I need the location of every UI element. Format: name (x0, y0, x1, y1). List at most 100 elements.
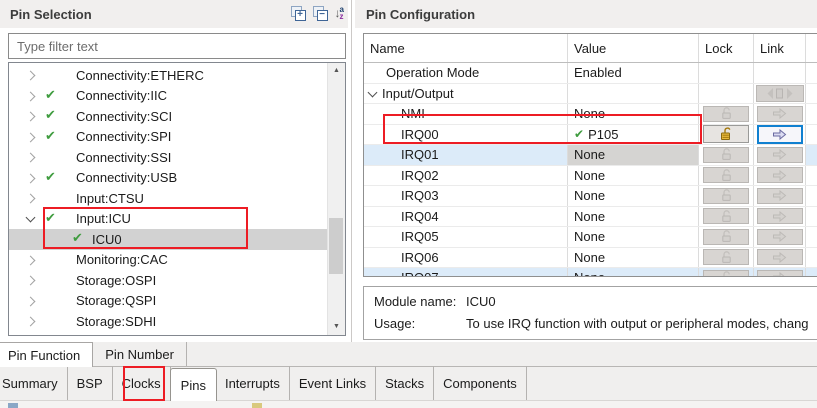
chevron-collapsed-icon[interactable] (26, 91, 36, 101)
link-cell (754, 207, 806, 227)
editor-tab-stacks[interactable]: Stacks (376, 366, 434, 400)
lock-cell (699, 63, 754, 83)
module-info-box: Module name: ICU0 Usage: To use IRQ func… (363, 286, 817, 340)
link-cell (754, 125, 806, 145)
tree-item-connectivity-iic[interactable]: ✔Connectivity:IIC (9, 86, 328, 107)
value-cell[interactable]: None (568, 248, 699, 268)
value-cell[interactable]: None (568, 207, 699, 227)
lock-cell (699, 166, 754, 186)
tree-item-connectivity-ssi[interactable]: Connectivity:SSI (9, 147, 328, 168)
tree-item-label: Storage:QSPI (76, 293, 156, 308)
chevron-collapsed-icon[interactable] (26, 132, 36, 142)
pin-group-nav-button[interactable] (756, 85, 804, 102)
editor-tab-interrupts[interactable]: Interrupts (216, 366, 290, 400)
config-row-irq05[interactable]: IRQ05None (364, 227, 817, 248)
config-row-irq07[interactable]: IRQ07None (364, 268, 817, 277)
chevron-collapsed-icon[interactable] (26, 153, 36, 163)
link-arrow-button-focused[interactable] (757, 125, 803, 144)
editor-tab-summary[interactable]: Summary (0, 366, 68, 400)
check-icon: ✔ (45, 87, 56, 103)
tree-item-input-ctsu[interactable]: Input:CTSU (9, 188, 328, 209)
chevron-collapsed-icon[interactable] (26, 296, 36, 306)
tree-item-system-bus[interactable]: System:BUS (9, 332, 328, 337)
editor-tab-components[interactable]: Components (434, 366, 527, 400)
config-name-label: IRQ03 (401, 188, 439, 203)
value-cell[interactable]: None (568, 227, 699, 247)
config-row-irq06[interactable]: IRQ06 None (364, 248, 817, 269)
scrollbar-thumb[interactable] (329, 218, 343, 274)
link-arrow-button-disabled (757, 106, 803, 122)
lock-button-disabled (703, 249, 749, 265)
editor-tab-pins[interactable]: Pins (170, 368, 217, 401)
chevron-collapsed-icon[interactable] (26, 71, 36, 81)
editor-tab-bsp[interactable]: BSP (68, 366, 113, 400)
pin-configuration-title: Pin Configuration (366, 7, 475, 22)
check-icon: ✔ (45, 169, 56, 185)
unlock-icon-button[interactable] (703, 125, 749, 143)
name-cell: Operation Mode (364, 63, 568, 83)
tree-item-label: System:BUS (76, 334, 150, 336)
lock-cell (699, 207, 754, 227)
value-cell[interactable]: None (568, 268, 699, 277)
lock-button-disabled (703, 270, 749, 277)
chevron-collapsed-icon[interactable] (26, 255, 36, 265)
config-row-input-output[interactable]: Input/Output (364, 84, 817, 105)
link-arrow-button-disabled (757, 229, 803, 245)
panel-divider[interactable] (351, 0, 352, 342)
collapse-all-icon[interactable]: − (313, 6, 328, 21)
value-cell[interactable]: None (568, 186, 699, 206)
tree-item-monitoring-cac[interactable]: Monitoring:CAC (9, 250, 328, 271)
value-cell[interactable]: None (568, 145, 699, 165)
config-row-irq01[interactable]: IRQ01 None (364, 145, 817, 166)
config-row-operation-mode[interactable]: Operation Mode Enabled (364, 63, 817, 84)
chevron-expanded-icon[interactable] (368, 87, 378, 97)
config-name-label: IRQ06 (401, 250, 439, 265)
usage-label: Usage: (374, 316, 466, 331)
config-value: None (574, 270, 605, 277)
config-name-label: IRQ01 (401, 147, 439, 162)
chevron-collapsed-icon[interactable] (26, 173, 36, 183)
link-cell (754, 104, 806, 124)
config-row-irq03[interactable]: IRQ03 None (364, 186, 817, 207)
tree-filter-input[interactable] (8, 33, 346, 59)
config-row-irq04[interactable]: IRQ04None (364, 207, 817, 228)
value-cell[interactable] (568, 84, 699, 104)
sort-az-icon[interactable]: ↓az (335, 5, 344, 21)
scroll-down-icon[interactable]: ▼ (328, 319, 345, 335)
lock-cell (699, 248, 754, 268)
editor-tab-event-links[interactable]: Event Links (290, 366, 376, 400)
annotation-red-box-pins-tab (123, 366, 165, 401)
pin-selection-tree: Connectivity:ETHERC✔Connectivity:IIC✔Con… (8, 62, 346, 336)
chevron-collapsed-icon[interactable] (26, 194, 36, 204)
scroll-up-icon[interactable]: ▲ (328, 63, 345, 79)
partial-toolbar-icon (8, 403, 18, 408)
chevron-collapsed-icon[interactable] (26, 276, 36, 286)
chevron-expanded-icon[interactable] (26, 212, 36, 222)
view-tab-pin-number[interactable]: Pin Number (93, 342, 187, 366)
tree-item-storage-ospi[interactable]: Storage:OSPI (9, 270, 328, 291)
config-row-irq02[interactable]: IRQ02None (364, 166, 817, 187)
pin-configurator-window: Pin Selection + − ↓az Pin Configuration … (0, 0, 817, 408)
tree-item-connectivity-usb[interactable]: ✔Connectivity:USB (9, 168, 328, 189)
tree-item-label: Connectivity:ETHERC (76, 68, 204, 83)
chevron-collapsed-icon[interactable] (26, 112, 36, 122)
expand-all-icon[interactable]: + (291, 6, 306, 21)
value-cell[interactable]: Enabled (568, 63, 699, 83)
table-header-row: Name Value Lock Link (364, 34, 817, 63)
value-cell[interactable]: None (568, 166, 699, 186)
tree-scrollbar[interactable]: ▲ ▼ (327, 63, 345, 335)
tree-item-connectivity-sci[interactable]: ✔Connectivity:SCI (9, 106, 328, 127)
link-arrow-button-disabled (757, 249, 803, 265)
link-arrow-button-disabled (757, 167, 803, 183)
tree-item-storage-qspi[interactable]: Storage:QSPI (9, 291, 328, 312)
tree-item-connectivity-spi[interactable]: ✔Connectivity:SPI (9, 127, 328, 148)
check-icon: ✔ (45, 107, 56, 123)
name-cell: IRQ02 (364, 166, 568, 186)
name-cell: IRQ04 (364, 207, 568, 227)
tree-item-label: Connectivity:SPI (76, 129, 171, 144)
tree-item-connectivity-etherc[interactable]: Connectivity:ETHERC (9, 65, 328, 86)
chevron-collapsed-icon[interactable] (26, 317, 36, 327)
tree-item-storage-sdhi[interactable]: Storage:SDHI (9, 311, 328, 332)
config-value: Enabled (574, 65, 622, 80)
view-tab-pin-function[interactable]: Pin Function (0, 342, 93, 367)
